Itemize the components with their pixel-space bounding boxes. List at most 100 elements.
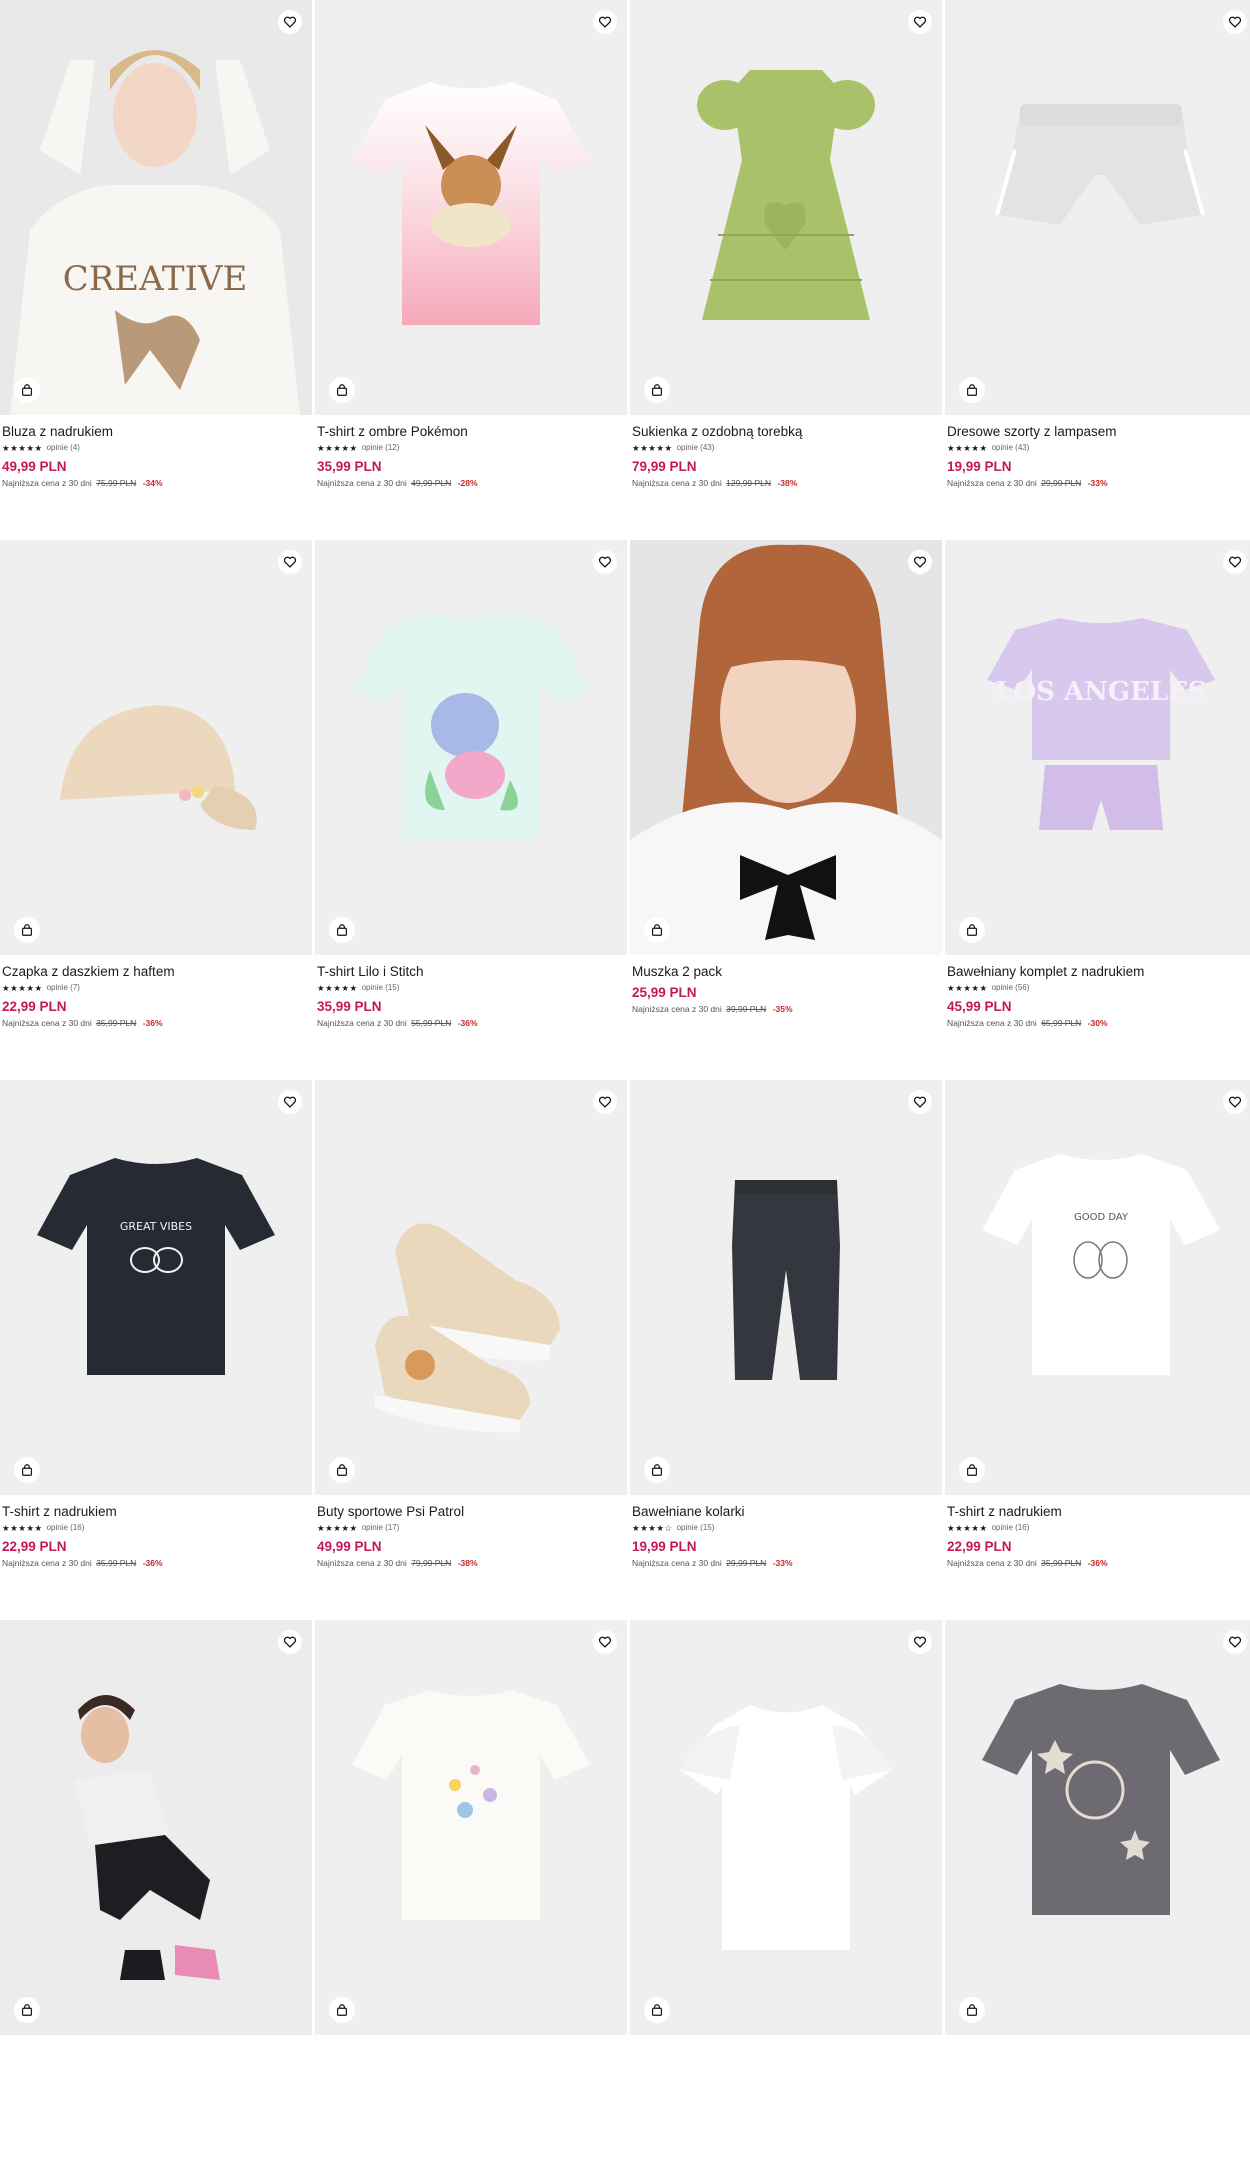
product-image[interactable] — [0, 1620, 312, 2035]
product-card-16[interactable]: Najniższa cena z 30 dni — [945, 1620, 1250, 2160]
product-card-11[interactable]: Bawełniane kolarki ★★★★☆ opinie (15) 19,… — [630, 1080, 942, 1620]
product-name[interactable]: T-shirt z ombre Pokémon — [317, 423, 625, 440]
add-to-cart-button[interactable] — [644, 377, 670, 403]
product-card-6[interactable]: T-shirt Lilo i Stitch ★★★★★ opinie (15) … — [315, 540, 627, 1080]
lowest-price-note: Najniższa cena z 30 dni 75,99 PLN -34% — [2, 478, 310, 489]
product-card-15[interactable]: Najniższa cena z 30 dni — [630, 1620, 942, 2160]
product-rating: ★★★★★ opinie (7) — [2, 982, 310, 994]
product-name[interactable]: Sukienka z ozdobną torebką — [632, 423, 940, 440]
product-card-9[interactable]: GREAT VIBES T-shirt z nadrukiem ★★★★★ op… — [0, 1080, 312, 1620]
product-card-8[interactable]: LOS ANGELES Bawełniany komplet z nadruki… — [945, 540, 1250, 1080]
product-photo[interactable]: GREAT VIBES — [0, 1080, 312, 1495]
product-image[interactable] — [630, 540, 942, 955]
product-photo[interactable] — [945, 1620, 1250, 2035]
shopping-bag-icon — [22, 384, 32, 396]
product-photo[interactable] — [630, 1080, 942, 1495]
product-image[interactable] — [945, 0, 1250, 415]
add-to-cart-button[interactable] — [959, 1997, 985, 2023]
product-name[interactable]: T-shirt Lilo i Stitch — [317, 963, 625, 980]
product-image[interactable] — [630, 0, 942, 415]
product-image[interactable] — [315, 0, 627, 415]
add-to-cart-button[interactable] — [644, 917, 670, 943]
product-photo[interactable] — [0, 1620, 312, 2035]
product-card-5[interactable]: Czapka z daszkiem z haftem ★★★★★ opinie … — [0, 540, 312, 1080]
product-image[interactable] — [315, 540, 627, 955]
product-card-4[interactable]: Dresowe szorty z lampasem ★★★★★ opinie (… — [945, 0, 1250, 540]
product-card-12[interactable]: GOOD DAY T-shirt z nadrukiem ★★★★★ opini… — [945, 1080, 1250, 1620]
product-name[interactable]: Bawełniany komplet z nadrukiem — [947, 963, 1250, 980]
add-to-cart-button[interactable] — [644, 1997, 670, 2023]
add-to-wishlist-button[interactable] — [1223, 1090, 1247, 1114]
product-photo[interactable] — [0, 540, 312, 955]
add-to-cart-button[interactable] — [14, 377, 40, 403]
add-to-wishlist-button[interactable] — [1223, 550, 1247, 574]
product-image[interactable]: GOOD DAY — [945, 1080, 1250, 1495]
add-to-cart-button[interactable] — [14, 917, 40, 943]
product-card-14[interactable]: Najniższa cena z 30 dni — [315, 1620, 627, 2160]
product-name[interactable]: T-shirt z nadrukiem — [947, 1503, 1250, 1520]
add-to-wishlist-button[interactable] — [593, 1630, 617, 1654]
product-image[interactable] — [315, 1620, 627, 2035]
product-name[interactable]: Bawełniane kolarki — [632, 1503, 940, 1520]
lowest-price-note: Najniższa cena z 30 dni 29,99 PLN -33% — [947, 478, 1250, 489]
product-card-10[interactable]: Buty sportowe Psi Patrol ★★★★★ opinie (1… — [315, 1080, 627, 1620]
product-image[interactable] — [630, 1620, 942, 2035]
product-photo[interactable] — [315, 540, 627, 955]
add-to-cart-button[interactable] — [329, 1997, 355, 2023]
product-photo[interactable]: LOS ANGELES — [945, 540, 1250, 955]
shopping-bag-icon — [652, 1464, 662, 1476]
product-image[interactable] — [0, 540, 312, 955]
product-image[interactable]: GREAT VIBES — [0, 1080, 312, 1495]
add-to-cart-button[interactable] — [644, 1457, 670, 1483]
product-image[interactable]: CREATIVE — [0, 0, 312, 415]
lowest-price-label: Najniższa cena z 30 dni — [317, 478, 407, 488]
product-image[interactable] — [315, 1080, 627, 1495]
product-name[interactable]: Muszka 2 pack — [632, 963, 940, 980]
product-image[interactable]: LOS ANGELES — [945, 540, 1250, 955]
product-name[interactable]: T-shirt z nadrukiem — [2, 1503, 310, 1520]
product-card-13[interactable]: Najniższa cena z 30 dni — [0, 1620, 312, 2160]
product-photo[interactable] — [630, 1620, 942, 2035]
add-to-cart-button[interactable] — [959, 1457, 985, 1483]
product-name[interactable]: Buty sportowe Psi Patrol — [317, 1503, 625, 1520]
add-to-wishlist-button[interactable] — [1223, 1630, 1247, 1654]
add-to-wishlist-button[interactable] — [908, 1090, 932, 1114]
add-to-wishlist-button[interactable] — [908, 550, 932, 574]
product-card-7[interactable]: Muszka 2 pack 25,99 PLN Najniższa cena z… — [630, 540, 942, 1080]
product-photo[interactable] — [945, 0, 1250, 415]
product-photo[interactable] — [315, 1080, 627, 1495]
add-to-wishlist-button[interactable] — [593, 1090, 617, 1114]
add-to-wishlist-button[interactable] — [593, 550, 617, 574]
add-to-cart-button[interactable] — [329, 917, 355, 943]
product-photo[interactable] — [630, 0, 942, 415]
product-photo[interactable] — [630, 540, 942, 955]
add-to-wishlist-button[interactable] — [278, 1630, 302, 1654]
add-to-cart-button[interactable] — [329, 1457, 355, 1483]
product-rating: ★★★★★ opinie (16) — [2, 1522, 310, 1534]
add-to-cart-button[interactable] — [14, 1457, 40, 1483]
product-name[interactable]: Czapka z daszkiem z haftem — [2, 963, 310, 980]
product-photo[interactable]: CREATIVE — [0, 0, 312, 415]
product-card-3[interactable]: Sukienka z ozdobną torebką ★★★★★ opinie … — [630, 0, 942, 540]
product-card-1[interactable]: CREATIVE Bluza z nadrukiem ★★★★★ opinie … — [0, 0, 312, 540]
product-image[interactable] — [630, 1080, 942, 1495]
add-to-cart-button[interactable] — [329, 377, 355, 403]
add-to-wishlist-button[interactable] — [593, 10, 617, 34]
add-to-cart-button[interactable] — [14, 1997, 40, 2023]
product-photo[interactable] — [315, 0, 627, 415]
heart-icon — [598, 1096, 612, 1108]
add-to-wishlist-button[interactable] — [278, 550, 302, 574]
product-name[interactable]: Dresowe szorty z lampasem — [947, 423, 1250, 440]
add-to-cart-button[interactable] — [959, 917, 985, 943]
product-photo[interactable] — [315, 1620, 627, 2035]
product-name[interactable]: Bluza z nadrukiem — [2, 423, 310, 440]
product-image[interactable] — [945, 1620, 1250, 2035]
add-to-wishlist-button[interactable] — [1223, 10, 1247, 34]
add-to-cart-button[interactable] — [959, 377, 985, 403]
add-to-wishlist-button[interactable] — [908, 10, 932, 34]
add-to-wishlist-button[interactable] — [278, 10, 302, 34]
product-card-2[interactable]: T-shirt z ombre Pokémon ★★★★★ opinie (12… — [315, 0, 627, 540]
add-to-wishlist-button[interactable] — [278, 1090, 302, 1114]
product-photo[interactable]: GOOD DAY — [945, 1080, 1250, 1495]
add-to-wishlist-button[interactable] — [908, 1630, 932, 1654]
